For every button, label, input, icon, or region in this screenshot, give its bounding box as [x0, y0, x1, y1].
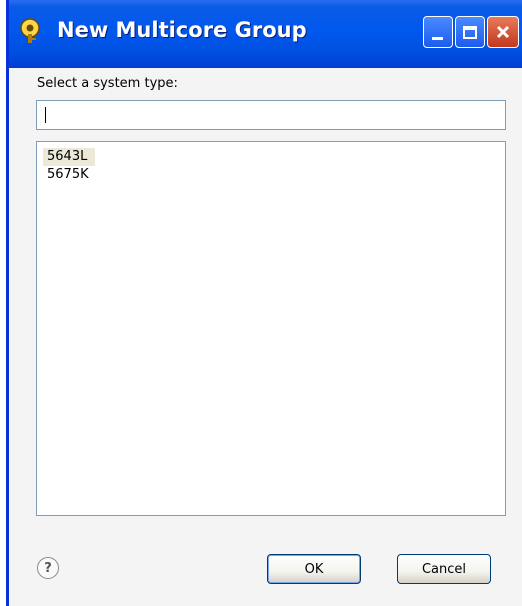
close-icon — [496, 25, 510, 39]
system-type-filter-input[interactable] — [36, 100, 506, 130]
dialog-body: Select a system type: 5643L 5675K ? OK C… — [9, 68, 522, 606]
ok-button[interactable]: OK — [267, 554, 361, 584]
eclipse-key-icon — [17, 18, 43, 44]
window-title: New Multicore Group — [57, 18, 307, 42]
system-type-list[interactable]: 5643L 5675K — [36, 141, 506, 516]
help-button[interactable]: ? — [37, 557, 59, 579]
cancel-button[interactable]: Cancel — [397, 554, 491, 584]
minimize-icon — [432, 37, 443, 40]
text-caret — [45, 107, 46, 123]
cancel-button-label: Cancel — [421, 561, 467, 577]
list-item-5643l[interactable]: 5643L — [43, 148, 96, 166]
title-bar[interactable]: New Multicore Group — [9, 0, 522, 68]
list-item-5675k[interactable]: 5675K — [43, 166, 93, 184]
maximize-button[interactable] — [455, 16, 485, 48]
ok-button-label: OK — [304, 561, 324, 577]
close-button[interactable] — [487, 16, 519, 48]
minimize-button[interactable] — [423, 16, 453, 48]
help-icon: ? — [44, 560, 52, 576]
maximize-icon — [463, 25, 477, 39]
dialog-window: New Multicore Group Select a system type… — [6, 0, 522, 606]
system-type-label: Select a system type: — [37, 76, 178, 91]
